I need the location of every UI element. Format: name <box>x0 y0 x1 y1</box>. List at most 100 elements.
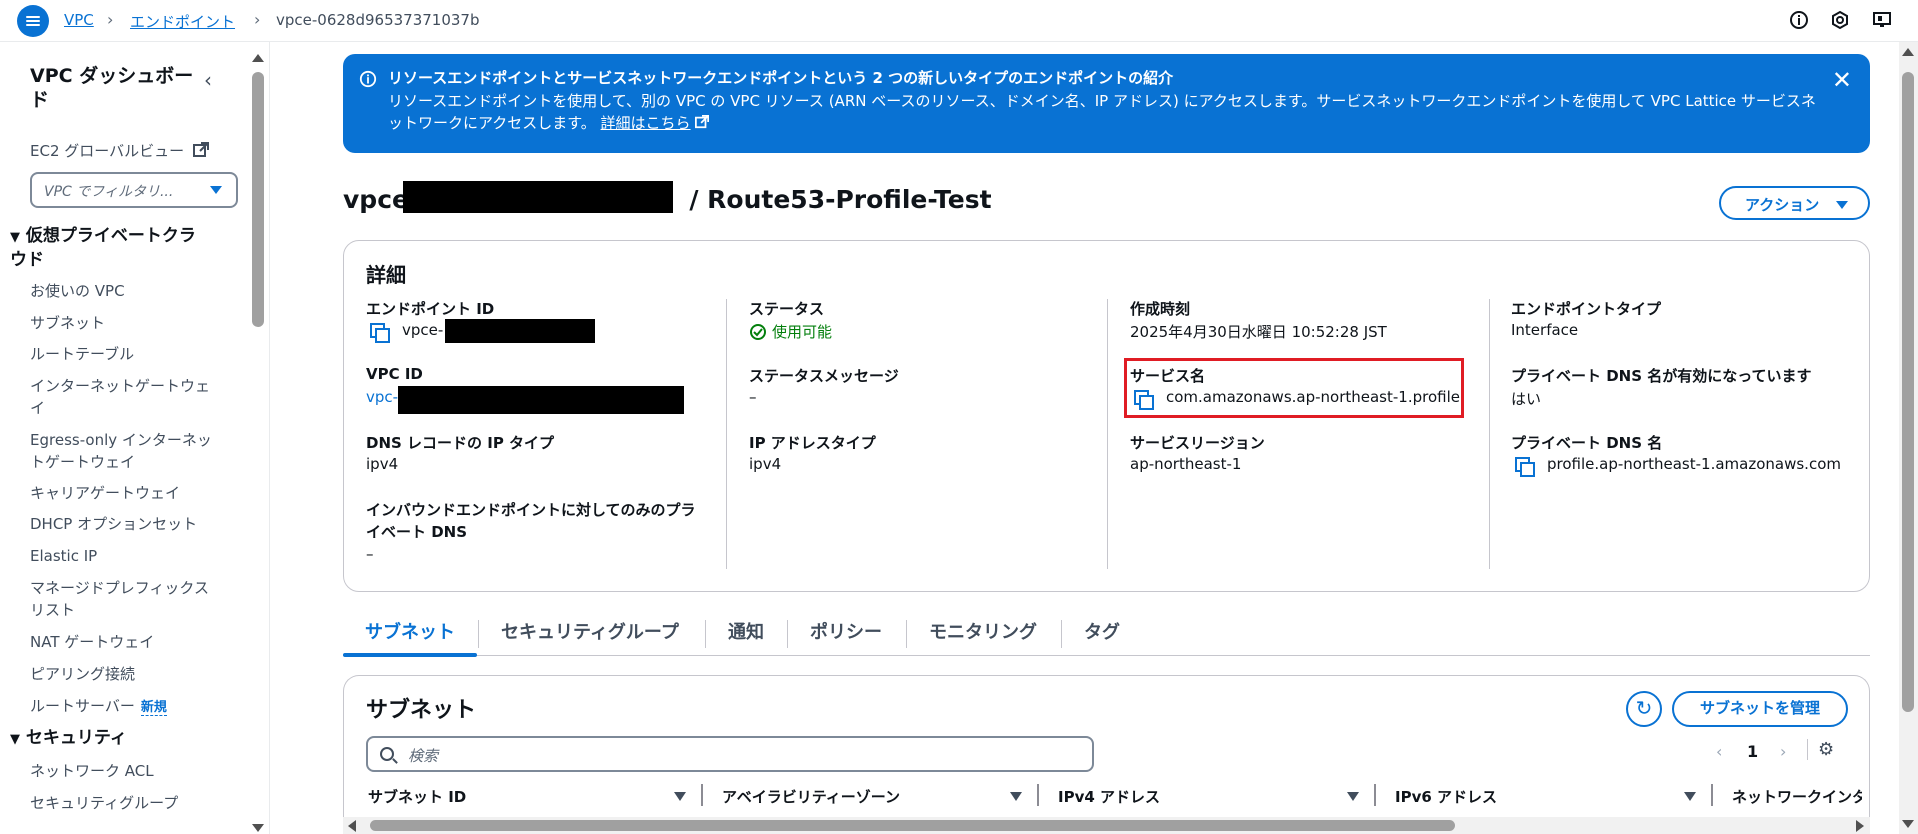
info-icon[interactable] <box>1789 10 1809 30</box>
sidebar-item-dhcp-options[interactable]: DHCP オプションセット <box>30 513 197 535</box>
tab-divider <box>1061 620 1062 648</box>
details-heading: 詳細 <box>366 263 406 287</box>
column-divider[interactable] <box>701 784 703 806</box>
chevron-left-icon[interactable]: ‹ <box>204 68 212 92</box>
subnets-panel: サブネット ↻ サブネットを管理 検索 ‹ 1 › ⚙ サブネット ID アベイ… <box>343 675 1870 834</box>
menu-icon[interactable] <box>17 5 49 37</box>
external-link-icon <box>695 115 710 129</box>
sidebar-item-your-vpcs[interactable]: お使いの VPC <box>30 280 125 302</box>
column-header-ipv6[interactable]: IPv6 アドレス <box>1395 786 1497 807</box>
vertical-scrollbar-thumb[interactable] <box>1902 72 1914 712</box>
subnets-heading: サブネット <box>366 698 477 723</box>
sidebar-scrollbar[interactable] <box>252 72 264 327</box>
actions-button[interactable]: アクション <box>1719 186 1870 220</box>
refresh-icon[interactable]: ↻ <box>1626 691 1662 727</box>
sidebar-item-egress-only-gateways[interactable]: Egress-only インターネットゲートウェイ <box>30 429 215 473</box>
sort-icon[interactable] <box>1684 792 1696 801</box>
sidebar-item-peering-connections[interactable]: ピアリング接続 <box>30 663 135 685</box>
close-icon[interactable]: ✕ <box>1832 66 1852 94</box>
column-divider[interactable] <box>1374 784 1376 806</box>
copy-icon[interactable] <box>370 323 390 343</box>
scroll-left-icon[interactable] <box>348 820 356 832</box>
column-divider <box>726 299 727 569</box>
breadcrumb-vpc[interactable]: VPC <box>64 11 94 29</box>
breadcrumb-endpoints[interactable]: エンドポイント <box>130 11 235 32</box>
dns-ip-type-label: DNS レコードの IP タイプ <box>366 434 555 452</box>
sidebar-item-carrier-gateways[interactable]: キャリアゲートウェイ <box>30 482 180 504</box>
sidebar: VPC ダッシュボード ‹ EC2 グローバルビュー VPC でフィルタリ...… <box>0 42 270 834</box>
scroll-up-icon[interactable] <box>1902 48 1914 56</box>
status-message-value: – <box>749 388 757 406</box>
tab-bar: サブネット セキュリティグループ 通知 ポリシー モニタリング タグ <box>343 612 1870 657</box>
column-divider[interactable] <box>1037 784 1039 806</box>
tab-subnets[interactable]: サブネット <box>365 618 455 644</box>
sidebar-item-route-servers[interactable]: ルートサーバー 新規 <box>30 695 167 719</box>
sidebar-item-internet-gateways[interactable]: インターネットゲートウェイ <box>30 375 210 419</box>
tab-divider <box>478 620 479 648</box>
sidebar-item-security-groups[interactable]: セキュリティグループ <box>30 792 178 814</box>
private-dns-name-label: プライベート DNS 名 <box>1511 434 1663 452</box>
endpoint-id-value: vpce- <box>402 321 444 339</box>
column-header-network-interface[interactable]: ネットワークインタ <box>1732 786 1862 807</box>
service-name-value: com.amazonaws.ap-northeast-1.profile <box>1166 388 1460 406</box>
created-time-value: 2025年4月30日水曜日 10:52:28 JST <box>1130 323 1387 341</box>
learn-more-link[interactable]: 詳細はこちら <box>601 114 691 132</box>
page-number[interactable]: 1 <box>1747 742 1758 761</box>
copy-icon[interactable] <box>1134 390 1154 410</box>
column-header-subnet-id[interactable]: サブネット ID <box>368 786 466 807</box>
scroll-right-icon[interactable] <box>1856 820 1864 832</box>
scroll-down-icon[interactable] <box>1902 820 1914 828</box>
tab-divider <box>705 620 706 648</box>
settings-hexagon-icon[interactable] <box>1830 10 1850 30</box>
banner-body: リソースエンドポイントを使用して、別の VPC の VPC リソース (ARN … <box>388 92 1816 132</box>
banner-title: リソースエンドポイントとサービスネットワークエンドポイントという 2 つの新しい… <box>388 69 1174 87</box>
sidebar-item-nat-gateways[interactable]: NAT ゲートウェイ <box>30 631 154 653</box>
breadcrumb-current: vpce-0628d96537371037b <box>276 11 480 29</box>
column-header-availability-zone[interactable]: アベイラビリティーゾーン <box>722 786 900 807</box>
vpc-id-link[interactable]: vpc- <box>366 388 398 406</box>
tab-monitoring[interactable]: モニタリング <box>929 618 1037 644</box>
sidebar-item-network-acls[interactable]: ネットワーク ACL <box>30 760 154 782</box>
sidebar-section-security[interactable]: ▼ セキュリティ <box>10 727 127 751</box>
tab-policy[interactable]: ポリシー <box>810 618 882 644</box>
sort-icon[interactable] <box>674 792 686 801</box>
sidebar-item-route-tables[interactable]: ルートテーブル <box>30 343 134 365</box>
feedback-screen-icon[interactable] <box>1872 10 1892 30</box>
manage-subnets-button[interactable]: サブネットを管理 <box>1672 691 1848 727</box>
tab-divider <box>787 620 788 648</box>
sidebar-title[interactable]: VPC ダッシュボード <box>30 64 200 112</box>
sidebar-item-elastic-ip[interactable]: Elastic IP <box>30 545 97 567</box>
private-dns-name-value: profile.ap-northeast-1.amazonaws.com <box>1547 455 1841 473</box>
sidebar-item-managed-prefix-lists[interactable]: マネージドプレフィックスリスト <box>30 577 210 621</box>
tab-tags[interactable]: タグ <box>1084 618 1120 644</box>
gear-icon[interactable]: ⚙ <box>1807 739 1834 760</box>
horizontal-scrollbar-thumb[interactable] <box>370 820 1455 831</box>
sort-icon[interactable] <box>1347 792 1359 801</box>
tab-notifications[interactable]: 通知 <box>728 618 764 644</box>
column-divider[interactable] <box>1711 784 1713 806</box>
copy-icon[interactable] <box>1515 457 1535 477</box>
caret-down-icon <box>210 186 222 194</box>
chevron-right-icon[interactable]: › <box>1780 742 1786 761</box>
chevron-right-icon: › <box>107 10 114 29</box>
status-label: ステータス <box>749 300 825 318</box>
sidebar-item-ec2-global-view[interactable]: EC2 グローバルビュー <box>30 140 209 162</box>
sidebar-section-vpc[interactable]: ▼ 仮想プライベートクラウド <box>10 225 210 271</box>
redaction-block <box>398 386 684 414</box>
column-header-ipv4[interactable]: IPv4 アドレス <box>1058 786 1160 807</box>
tab-security-groups[interactable]: セキュリティグループ <box>501 618 679 644</box>
scroll-down-icon[interactable] <box>252 824 264 832</box>
sidebar-filter-select[interactable]: VPC でフィルタリ... <box>30 172 238 208</box>
endpoint-type-value: Interface <box>1511 321 1579 339</box>
ip-address-type-label: IP アドレスタイプ <box>749 434 876 452</box>
chevron-left-icon[interactable]: ‹ <box>1716 742 1722 761</box>
scroll-up-icon[interactable] <box>252 54 264 62</box>
search-input[interactable]: 検索 <box>366 736 1094 772</box>
service-region-value: ap-northeast-1 <box>1130 455 1242 473</box>
caret-down-icon: ▼ <box>10 230 20 245</box>
sort-icon[interactable] <box>1010 792 1022 801</box>
dns-ip-type-value: ipv4 <box>366 455 399 473</box>
sidebar-item-subnets[interactable]: サブネット <box>30 312 105 334</box>
service-region-label: サービスリージョン <box>1130 434 1265 452</box>
search-icon <box>380 747 394 761</box>
